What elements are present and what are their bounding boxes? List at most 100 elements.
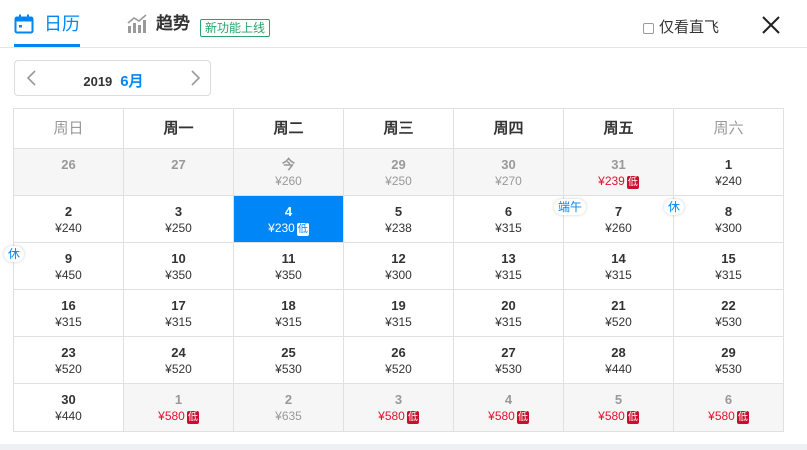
direct-only-label: 仅看直飞 [659, 19, 720, 36]
calendar-day[interactable]: 23 ¥520 [14, 337, 124, 384]
calendar-day[interactable]: 26 ¥520 [344, 337, 454, 384]
day-price: ¥239 [598, 174, 625, 188]
day-number: 2 [64, 204, 73, 219]
weekday-header: 周六 [674, 109, 783, 149]
calendar-day[interactable]: 6 ¥315 [454, 196, 564, 243]
day-price: ¥260 [605, 221, 632, 235]
day-number: 29 [721, 345, 736, 360]
calendar-day[interactable]: 16 ¥315 [14, 290, 124, 337]
calendar-day[interactable]: 17 ¥315 [124, 290, 234, 337]
calendar-day: 5 ¥580 低 [564, 384, 674, 431]
calendar-day[interactable]: 15 ¥315 [674, 243, 783, 290]
day-price: ¥300 [385, 268, 412, 282]
day-price: ¥315 [715, 268, 742, 282]
day-price: ¥315 [495, 268, 522, 282]
day-price: ¥520 [55, 362, 82, 376]
calendar-day[interactable]: 14 ¥315 [564, 243, 674, 290]
day-number: 3 [174, 204, 183, 219]
day-price: ¥530 [715, 362, 742, 376]
day-price: ¥530 [275, 362, 302, 376]
day-price: ¥580 [378, 409, 405, 423]
calendar-day: 26 [14, 149, 124, 196]
calendar-day[interactable]: 19 ¥315 [344, 290, 454, 337]
calendar-day[interactable]: 27 ¥530 [454, 337, 564, 384]
holiday-tag: 休 [4, 246, 25, 262]
calendar-day[interactable]: 25 ¥530 [234, 337, 344, 384]
calendar-day[interactable]: 10 ¥350 [124, 243, 234, 290]
calendar-day[interactable]: 7 ¥260 端午 [554, 196, 674, 243]
day-number: 1 [724, 157, 733, 172]
direct-only-checkbox[interactable] [643, 22, 654, 34]
calendar-day[interactable]: 24 ¥520 [124, 337, 234, 384]
calendar-day[interactable]: 9 ¥450 休 [4, 243, 124, 290]
day-number: 23 [61, 345, 76, 360]
tab-trend[interactable]: 趋势 [126, 14, 190, 44]
tab-calendar-label: 日历 [44, 14, 80, 34]
calendar-day: 30 ¥270 [454, 149, 564, 196]
weekday-header: 周三 [344, 109, 454, 149]
day-price: ¥520 [605, 315, 632, 329]
day-number: 27 [171, 157, 186, 172]
month-selector: 2019 6月 [14, 60, 211, 96]
day-number: 14 [611, 251, 626, 266]
holiday-tag: 端午 [554, 199, 587, 215]
calendar-day-selected[interactable]: 4 ¥230 低 [234, 196, 344, 243]
day-price: ¥315 [275, 315, 302, 329]
day-number: 26 [61, 157, 76, 172]
day-price: ¥315 [605, 268, 632, 282]
day-number: 16 [61, 298, 76, 313]
lowest-price-badge: 低 [406, 411, 419, 424]
day-price: ¥440 [605, 362, 632, 376]
day-number: 15 [721, 251, 736, 266]
day-number: 12 [391, 251, 406, 266]
lowest-price-badge: 低 [296, 223, 309, 236]
day-price: ¥440 [55, 409, 82, 423]
calendar-day[interactable]: 8 ¥300 休 [664, 196, 783, 243]
calendar-day[interactable]: 18 ¥315 [234, 290, 344, 337]
calendar-day[interactable]: 11 ¥350 [234, 243, 344, 290]
calendar-day[interactable]: 12 ¥300 [344, 243, 454, 290]
calendar-day[interactable]: 21 ¥520 [564, 290, 674, 337]
lowest-price-badge: 低 [516, 411, 529, 424]
weekday-header: 周日 [14, 109, 124, 149]
calendar-day: 2 ¥635 [234, 384, 344, 431]
calendar-day: 6 ¥580 低 [674, 384, 783, 431]
day-number: 31 [611, 157, 626, 172]
day-number: 30 [61, 392, 76, 407]
day-price: ¥520 [165, 362, 192, 376]
month-label: 6月 [120, 73, 144, 90]
calendar-day[interactable]: 20 ¥315 [454, 290, 564, 337]
chevron-right-icon [191, 70, 201, 86]
lowest-price-badge: 低 [736, 411, 749, 424]
day-price: ¥230 [268, 221, 295, 235]
day-price: ¥530 [715, 315, 742, 329]
tab-calendar[interactable]: 日历 [14, 14, 80, 44]
day-number: 4 [284, 204, 293, 219]
calendar-day[interactable]: 29 ¥530 [674, 337, 783, 384]
day-number: 11 [281, 251, 296, 266]
day-price: ¥350 [165, 268, 192, 282]
day-number: 18 [281, 298, 296, 313]
day-number: 21 [611, 298, 626, 313]
active-tab-indicator [14, 44, 80, 47]
new-feature-badge: 新功能上线 [200, 19, 271, 37]
lowest-price-badge: 低 [626, 176, 639, 189]
calendar-day[interactable]: 22 ¥530 [674, 290, 783, 337]
direct-only-filter[interactable]: 仅看直飞 [643, 20, 719, 36]
day-number: 6 [504, 204, 513, 219]
close-button[interactable] [760, 14, 782, 36]
calendar-day[interactable]: 5 ¥238 [344, 196, 454, 243]
day-number: 22 [721, 298, 736, 313]
calendar-day[interactable]: 3 ¥250 [124, 196, 234, 243]
day-number: 30 [501, 157, 516, 172]
calendar-day[interactable]: 13 ¥315 [454, 243, 564, 290]
calendar-day[interactable]: 1 ¥240 [674, 149, 783, 196]
year-label: 2019 [83, 74, 113, 89]
calendar-day[interactable]: 28 ¥440 [564, 337, 674, 384]
next-month-button[interactable] [186, 69, 204, 87]
day-number: 24 [171, 345, 186, 360]
calendar-day[interactable]: 2 ¥240 [14, 196, 124, 243]
day-price: ¥315 [495, 315, 522, 329]
day-price: ¥250 [165, 221, 192, 235]
calendar-day[interactable]: 30 ¥440 [14, 384, 124, 431]
